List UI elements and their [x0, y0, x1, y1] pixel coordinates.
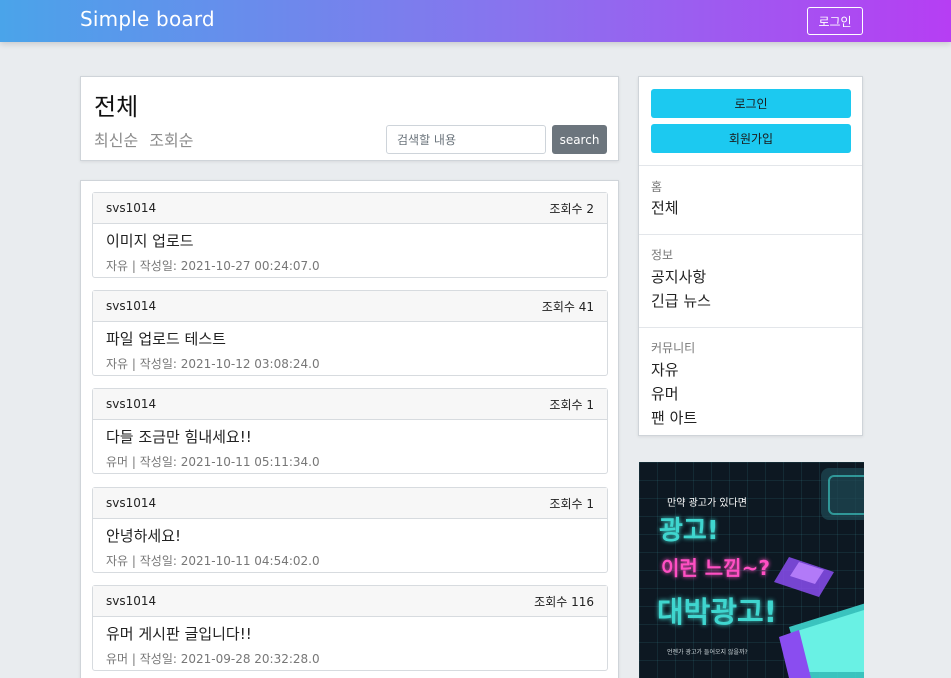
sidebar-divider — [639, 327, 862, 328]
post-meta: 자유 | 작성일: 2021-10-11 04:54:02.0 — [106, 554, 320, 568]
post-item[interactable]: svs1014 조회수 1 다들 조금만 힘내세요!! 유머 | 작성일: 20… — [92, 388, 608, 474]
post-title[interactable]: 다들 조금만 힘내세요!! — [106, 426, 252, 447]
post-header: svs1014 조회수 2 — [93, 193, 607, 224]
ad-text-line1: 만약 광고가 있다면 — [667, 498, 747, 509]
sort-latest-link[interactable]: 최신순 — [94, 131, 138, 150]
post-views: 조회수 1 — [549, 496, 594, 511]
post-item[interactable]: svs1014 조회수 1 안녕하세요! 자유 | 작성일: 2021-10-1… — [92, 487, 608, 573]
sidebar-signup-button[interactable]: 회원가입 — [651, 124, 851, 153]
post-header: svs1014 조회수 1 — [93, 389, 607, 420]
post-header: svs1014 조회수 41 — [93, 291, 607, 322]
post-meta: 자유 | 작성일: 2021-10-12 03:08:24.0 — [106, 357, 320, 371]
post-views: 조회수 116 — [534, 594, 594, 609]
sidebar-link-fan-art[interactable]: 팬 아트 — [651, 407, 697, 428]
sidebar-link-free[interactable]: 자유 — [651, 359, 679, 380]
post-views: 조회수 2 — [549, 201, 594, 216]
sidebar-link-urgent-news[interactable]: 긴급 뉴스 — [651, 290, 711, 311]
post-meta: 유머 | 작성일: 2021-09-28 20:32:28.0 — [106, 652, 320, 666]
ad-text-line4: 대박광고! — [657, 595, 777, 629]
ad-text-line2: 광고! — [659, 516, 719, 546]
sidebar-divider — [639, 165, 862, 166]
post-views: 조회수 1 — [549, 397, 594, 412]
post-author: svs1014 — [106, 201, 157, 215]
ad-text-line3: 이런 느낌~? — [661, 556, 770, 580]
search-input[interactable] — [386, 125, 546, 154]
post-views: 조회수 41 — [541, 299, 594, 314]
post-meta: 자유 | 작성일: 2021-10-27 00:24:07.0 — [106, 259, 320, 273]
sidebar-link-humor[interactable]: 유머 — [651, 383, 679, 404]
sidebar-link-notice[interactable]: 공지사항 — [651, 266, 706, 287]
sort-views-link[interactable]: 조회순 — [149, 131, 193, 150]
post-header: svs1014 조회수 1 — [93, 488, 607, 519]
ad-text-line5: 언젠가 광고가 들어오지 않을까? — [667, 649, 748, 656]
post-header: svs1014 조회수 116 — [93, 586, 607, 617]
sort-options: 최신순 조회순 — [94, 127, 199, 151]
sidebar-divider — [639, 234, 862, 235]
sidebar-link-all[interactable]: 전체 — [651, 197, 679, 218]
ad-banner[interactable]: 만약 광고가 있다면 광고! 이런 느낌~? 대박광고! 언젠가 광고가 들어오… — [639, 462, 864, 678]
post-author: svs1014 — [106, 397, 157, 411]
post-item[interactable]: svs1014 조회수 116 유머 게시판 글입니다!! 유머 | 작성일: … — [92, 585, 608, 671]
search-button[interactable]: search — [552, 125, 607, 154]
section-label-community: 커뮤니티 — [651, 341, 696, 355]
board-header-card: 전체 최신순 조회순 search — [80, 76, 619, 161]
post-title[interactable]: 파일 업로드 테스트 — [106, 328, 226, 349]
post-list-card: svs1014 조회수 2 이미지 업로드 자유 | 작성일: 2021-10-… — [80, 180, 619, 678]
section-label-home: 홈 — [651, 180, 663, 194]
post-meta: 유머 | 작성일: 2021-10-11 05:11:34.0 — [106, 455, 320, 469]
sidebar-card: 로그인 회원가입 홈 전체 정보 공지사항 긴급 뉴스 커뮤니티 자유 유머 팬… — [638, 76, 863, 436]
post-item[interactable]: svs1014 조회수 2 이미지 업로드 자유 | 작성일: 2021-10-… — [92, 192, 608, 278]
post-author: svs1014 — [106, 299, 157, 313]
post-author: svs1014 — [106, 496, 157, 510]
brand-logo[interactable]: Simple board — [80, 7, 215, 31]
post-title[interactable]: 안녕하세요! — [106, 525, 181, 546]
post-title[interactable]: 유머 게시판 글입니다!! — [106, 623, 252, 644]
post-item[interactable]: svs1014 조회수 41 파일 업로드 테스트 자유 | 작성일: 2021… — [92, 290, 608, 376]
top-navbar: Simple board 로그인 — [0, 0, 951, 42]
post-title[interactable]: 이미지 업로드 — [106, 230, 194, 251]
post-author: svs1014 — [106, 594, 157, 608]
board-title: 전체 — [94, 93, 139, 121]
navbar-login-button[interactable]: 로그인 — [807, 7, 863, 35]
section-label-info: 정보 — [651, 248, 674, 262]
sidebar-login-button[interactable]: 로그인 — [651, 89, 851, 118]
